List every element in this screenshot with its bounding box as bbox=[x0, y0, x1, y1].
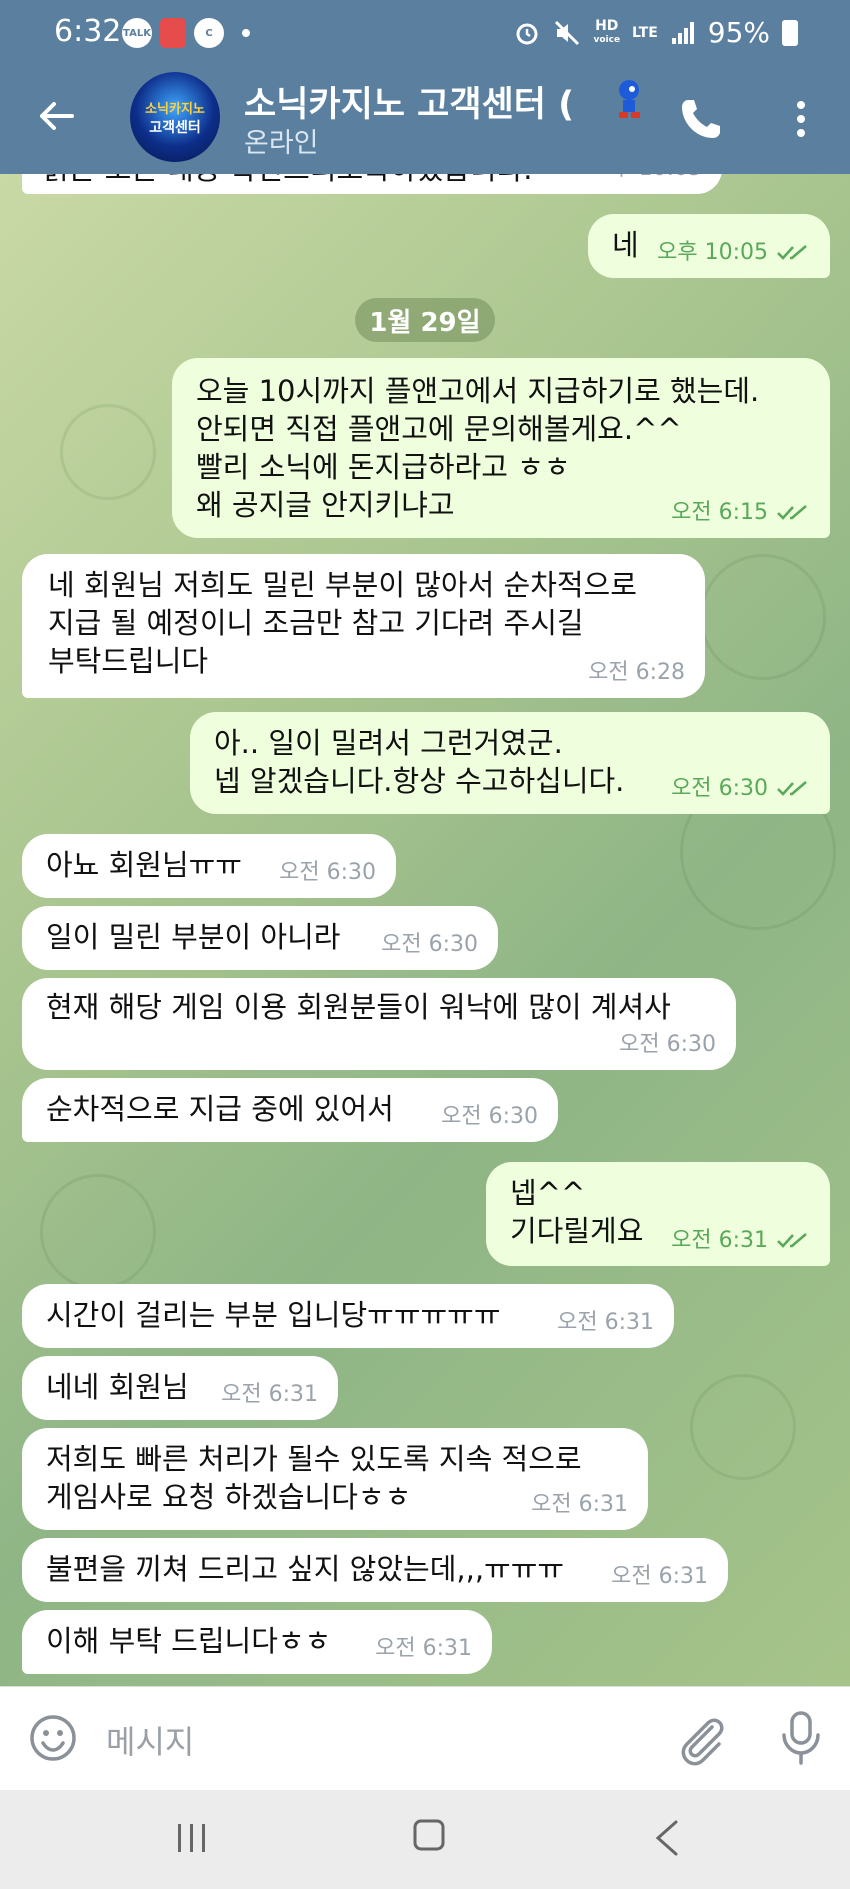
message-time: 오전 6:31 bbox=[671, 1228, 768, 1253]
mute-icon bbox=[555, 20, 580, 45]
alarm-icon bbox=[516, 23, 538, 44]
doodle-circle bbox=[690, 1374, 796, 1480]
message-input[interactable]: 메시지 bbox=[106, 1717, 194, 1763]
message-bubble-incoming[interactable]: 일이 밀린 부분이 아니라 오전 6:30 bbox=[22, 906, 498, 970]
status-time: 6:32 bbox=[54, 14, 122, 49]
chat-status: 온라인 bbox=[244, 128, 319, 159]
message-time: 오전 6:30 bbox=[619, 1032, 716, 1057]
message-time: 오전 6:31 bbox=[221, 1382, 318, 1407]
recent-apps-icon[interactable] bbox=[174, 1820, 210, 1856]
message-bubble-incoming[interactable]: 아뇨 회원님ㅠㅠ 오전 6:30 bbox=[22, 834, 396, 898]
nav-back-icon[interactable] bbox=[652, 1818, 682, 1858]
message-bubble-outgoing[interactable]: 넵^^ 기다릴게요 오전 6:31 bbox=[486, 1162, 830, 1266]
talk-notification-icon: TALK bbox=[122, 18, 152, 48]
message-bubble-outgoing[interactable]: 네 오후 10:05 bbox=[588, 214, 830, 278]
date-separator: 1월 29일 bbox=[355, 298, 495, 342]
sonic-emoji-icon bbox=[619, 80, 640, 118]
message-time: 오전 6:30 bbox=[381, 932, 478, 957]
doodle-circle bbox=[60, 404, 156, 500]
message-bubble-incoming[interactable]: 불편을 끼쳐 드리고 싶지 않았는데,,,ㅠㅠㅠ 오전 6:31 bbox=[22, 1538, 728, 1602]
paperclip-icon[interactable] bbox=[676, 1711, 726, 1767]
double-check-icon bbox=[777, 245, 807, 260]
message-bubble-incoming[interactable]: 순차적으로 지급 중에 있어서 오전 6:30 bbox=[22, 1078, 558, 1142]
status-bar: 6:32 TALK C HD voice LTE 95% bbox=[0, 0, 850, 70]
message-composer: 메시지 bbox=[0, 1686, 850, 1791]
lock-notification-icon bbox=[160, 18, 186, 48]
notification-icons: TALK C bbox=[122, 18, 250, 48]
home-icon[interactable] bbox=[412, 1818, 446, 1852]
message-time: 오전 6:30 bbox=[279, 860, 376, 885]
microphone-icon[interactable] bbox=[776, 1709, 826, 1767]
battery-level: 95% bbox=[707, 16, 770, 49]
more-notifications-icon bbox=[242, 29, 250, 37]
message-time: 오후 10:05 bbox=[591, 174, 702, 188]
avatar[interactable]: 소닉카지노 고객센터 bbox=[130, 72, 220, 162]
message-bubble-incoming[interactable]: 시간이 걸리는 부분 입니당ㅠㅠㅠㅠㅠ 오전 6:31 bbox=[22, 1284, 674, 1348]
c-notification-icon: C bbox=[194, 18, 224, 48]
message-bubble-incoming[interactable]: 저희도 빠른 처리가 될수 있도록 지속 적으로 게임사로 요청 하겠습니다ㅎㅎ… bbox=[22, 1428, 648, 1530]
message-time: 오후 10:05 bbox=[657, 240, 768, 265]
message-time: 오전 6:31 bbox=[611, 1564, 708, 1589]
chat-title[interactable]: 소닉카지노 고객센터 ( bbox=[244, 76, 589, 127]
double-check-icon bbox=[777, 505, 807, 520]
message-time: 오전 6:31 bbox=[531, 1492, 628, 1517]
message-time: 오전 6:31 bbox=[375, 1636, 472, 1661]
message-bubble-incoming[interactable]: 이해 부탁 드립니다ㅎㅎ 오전 6:31 bbox=[22, 1610, 492, 1674]
message-bubble-incoming[interactable]: 현재 해당 게임 이용 회원분들이 워낙에 많이 계셔사 오전 6:30 bbox=[22, 978, 736, 1070]
hd-voice-icon: HD voice bbox=[593, 17, 621, 45]
message-time: 오전 6:31 bbox=[557, 1310, 654, 1335]
message-bubble-outgoing[interactable]: 아.. 일이 밀려서 그런거였군. 넵 알겠습니다.항상 수고하십니다. 오전 … bbox=[190, 712, 830, 814]
doodle-circle bbox=[700, 554, 826, 680]
phone-icon[interactable] bbox=[678, 96, 724, 142]
message-bubble-incoming[interactable]: 네 회원님 저희도 밀린 부분이 많아서 순차적으로 지급 될 예정이니 조금만… bbox=[22, 554, 705, 698]
message-time: 오전 6:15 bbox=[671, 500, 768, 525]
doodle-circle bbox=[40, 1174, 156, 1290]
chat-area[interactable]: 읽은 모든 내용 확인드리도록하였습니다. 오후 10:05 네 오후 10:0… bbox=[0, 174, 850, 1686]
double-check-icon bbox=[777, 1233, 807, 1248]
message-time: 오전 6:30 bbox=[671, 776, 768, 801]
arrow-left-icon[interactable] bbox=[36, 96, 76, 136]
signal-icon bbox=[671, 21, 694, 44]
message-bubble-incoming[interactable]: 네네 회원님 오전 6:31 bbox=[22, 1356, 338, 1420]
emoji-icon[interactable] bbox=[28, 1713, 78, 1763]
battery-icon bbox=[782, 19, 798, 46]
double-check-icon bbox=[777, 781, 807, 796]
lte-icon: LTE bbox=[632, 24, 658, 41]
message-bubble-outgoing[interactable]: 오늘 10시까지 플앤고에서 지급하기로 했는데. 안되면 직접 플앤고에 문의… bbox=[172, 358, 830, 538]
message-bubble-incoming[interactable]: 읽은 모든 내용 확인드리도록하였습니다. 오후 10:05 bbox=[22, 174, 722, 194]
message-time: 오전 6:28 bbox=[588, 660, 685, 685]
message-time: 오전 6:30 bbox=[441, 1104, 538, 1129]
system-navigation-bar bbox=[0, 1790, 850, 1889]
more-vertical-icon[interactable] bbox=[786, 98, 816, 140]
system-icons: HD voice LTE 95% bbox=[513, 16, 798, 49]
